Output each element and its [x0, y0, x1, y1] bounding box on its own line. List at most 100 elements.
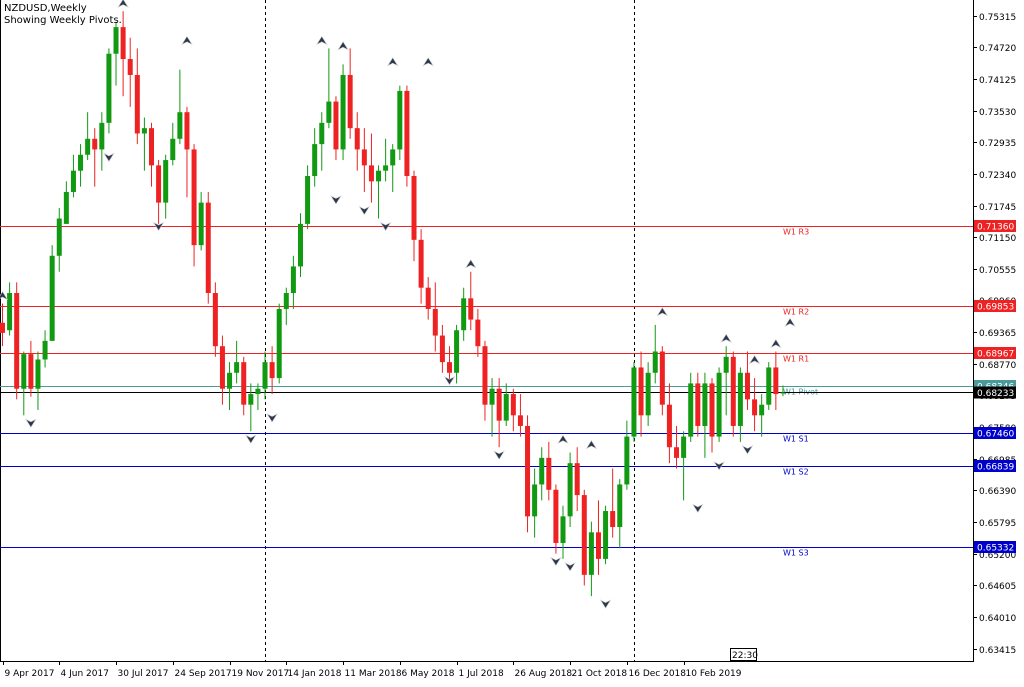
clock-label: 22:30 — [732, 651, 758, 661]
candle — [35, 351, 41, 411]
x-tick-label: 24 Sep 2017 — [175, 669, 232, 679]
candle-body — [49, 255, 55, 341]
candle — [305, 165, 311, 230]
candle — [205, 191, 211, 304]
candle — [347, 48, 353, 139]
candle — [368, 133, 374, 203]
candle-body — [106, 53, 112, 123]
pivot-line-label: W1 S3 — [783, 549, 809, 558]
candle — [567, 452, 573, 527]
candle-body — [212, 293, 218, 347]
candle-body — [461, 298, 467, 331]
pivot-price-label: 0.66839 — [977, 463, 1014, 473]
candle-body — [446, 362, 452, 373]
candle — [85, 112, 91, 161]
candle — [113, 21, 119, 86]
candle — [184, 106, 190, 198]
y-tick-label: 0.74125 — [979, 76, 1016, 86]
candle-body — [496, 388, 502, 421]
candle-body — [489, 388, 495, 405]
candle — [737, 367, 743, 442]
candle-body — [248, 394, 254, 405]
candle-body — [113, 27, 119, 54]
fractal-down-arrow — [103, 152, 115, 162]
candle — [99, 112, 105, 171]
fractal-up-arrow — [770, 338, 782, 349]
fractal-down-arrow — [550, 556, 562, 567]
candle — [766, 362, 772, 411]
candle — [716, 367, 722, 442]
candle-body — [674, 447, 680, 458]
candle-body — [42, 340, 48, 360]
candle-body — [283, 293, 289, 309]
candle — [638, 351, 644, 437]
candle-body — [354, 128, 360, 150]
candle — [411, 170, 417, 262]
candle — [212, 282, 218, 357]
fractal-down-arrow — [245, 434, 257, 444]
candle-body — [695, 383, 701, 426]
candle-body — [560, 516, 566, 543]
candle-body — [227, 372, 233, 389]
candle-body — [305, 176, 311, 224]
fractal-up-arrow — [315, 35, 328, 46]
candle — [560, 505, 566, 559]
candle — [397, 85, 403, 161]
candle — [517, 394, 523, 437]
y-tick-label: 0.64605 — [979, 582, 1016, 592]
y-tick-label: 0.71745 — [979, 203, 1016, 213]
candle — [510, 388, 516, 432]
candle-body — [148, 128, 154, 166]
candle-body — [127, 59, 133, 75]
candle-body — [70, 170, 76, 192]
x-tick-label: 6 May 2018 — [402, 669, 455, 679]
candle-body — [205, 202, 211, 294]
fractal-down-arrow — [599, 599, 612, 609]
candle — [709, 378, 715, 453]
candle — [156, 160, 162, 224]
candle — [177, 69, 183, 145]
candle-body — [610, 511, 616, 527]
candle-body — [156, 165, 162, 203]
candle — [7, 282, 13, 336]
candle — [354, 112, 360, 171]
candle — [723, 346, 729, 416]
x-tick-label: 19 Nov 2017 — [232, 669, 290, 679]
candle — [312, 128, 318, 187]
y-tick-label: 0.71150 — [979, 234, 1016, 244]
candle — [666, 383, 672, 464]
candle-body — [0, 322, 5, 333]
chart-symbol-title: NZDUSD,Weekly — [4, 3, 87, 14]
candle — [297, 213, 303, 278]
candle — [376, 165, 382, 219]
fractal-down-arrow — [266, 413, 278, 423]
candle — [170, 122, 176, 166]
candle — [454, 324, 460, 384]
pivot-line-label: W1 S1 — [783, 435, 809, 444]
candle-body — [595, 532, 601, 559]
candle-body — [525, 425, 531, 517]
fractal-up-arrow — [181, 35, 193, 46]
candle — [56, 207, 62, 272]
pivot-line-label: W1 S2 — [783, 468, 809, 477]
candle — [319, 112, 325, 171]
x-tick-label: 10 Feb 2019 — [686, 669, 742, 679]
candle — [468, 271, 474, 331]
pivot-price-label: 0.69853 — [977, 303, 1014, 313]
y-tick-label: 0.65795 — [979, 519, 1016, 529]
candle — [617, 479, 623, 549]
candle — [234, 340, 240, 384]
candle — [340, 64, 346, 161]
fractal-up-arrow — [117, 0, 129, 8]
candle — [198, 191, 204, 251]
candle-body — [383, 165, 389, 171]
candle — [503, 383, 509, 426]
x-tick-label: 26 Aug 2018 — [515, 669, 573, 679]
candle-body — [617, 484, 623, 527]
candle-body — [759, 404, 765, 416]
candle — [163, 154, 169, 219]
candle — [42, 330, 48, 368]
candle-body — [297, 223, 303, 267]
candle — [276, 303, 282, 384]
candle — [70, 154, 76, 198]
